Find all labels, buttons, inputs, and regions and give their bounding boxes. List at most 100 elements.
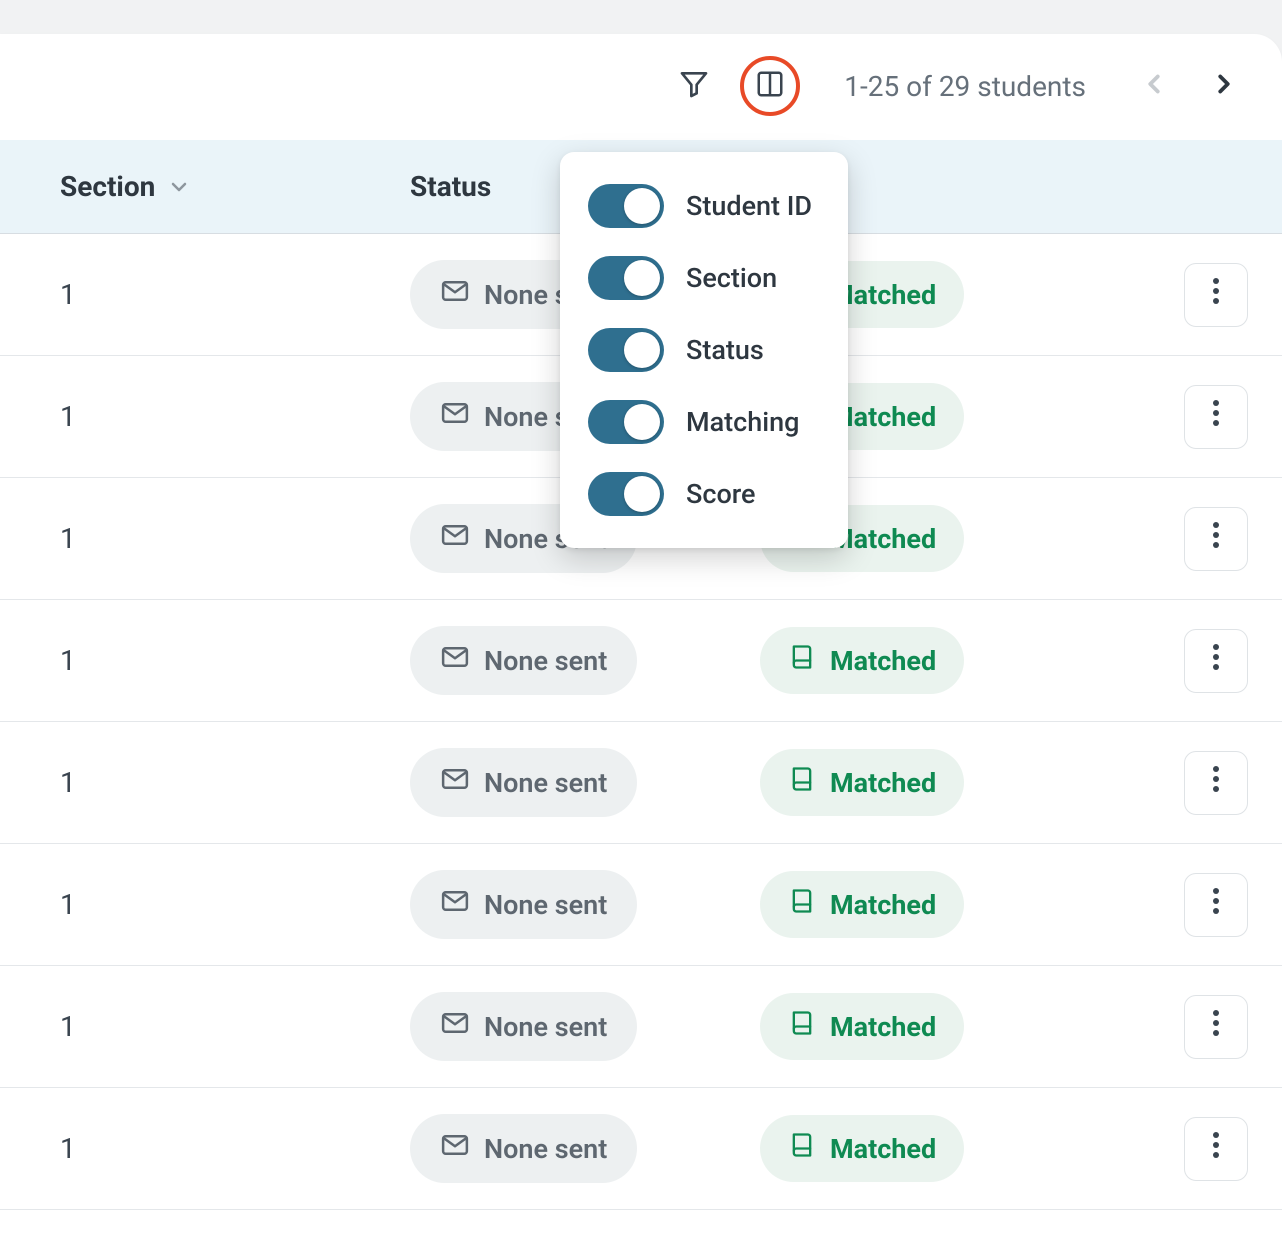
matching-cell: Matched <box>760 749 1248 816</box>
book-icon <box>788 1009 816 1044</box>
status-pill[interactable]: None sent <box>410 1114 637 1183</box>
students-panel: 1-25 of 29 students Section <box>0 34 1282 1246</box>
status-label: None sent <box>484 889 607 921</box>
pagination-text: 1-25 of 29 students <box>844 70 1086 103</box>
matched-badge[interactable]: Matched <box>760 749 964 816</box>
status-cell: None sent <box>410 748 760 817</box>
mail-icon <box>440 764 470 801</box>
matched-label: Matched <box>830 767 936 799</box>
matched-label: Matched <box>830 889 936 921</box>
more-vertical-icon <box>1212 885 1220 924</box>
columns-button[interactable] <box>740 56 800 116</box>
matched-badge[interactable]: Matched <box>760 1115 964 1182</box>
toggle-switch[interactable] <box>588 184 664 228</box>
more-vertical-icon <box>1212 1129 1220 1168</box>
matching-cell: Matched <box>760 993 1248 1060</box>
section-value: 1 <box>60 1010 410 1043</box>
mail-icon <box>440 1008 470 1045</box>
more-vertical-icon <box>1212 763 1220 802</box>
book-icon <box>788 643 816 678</box>
column-toggle-row[interactable]: Score <box>560 458 848 530</box>
row-actions-button[interactable] <box>1184 1117 1248 1181</box>
mail-icon <box>440 886 470 923</box>
column-toggle-row[interactable]: Student ID <box>560 170 848 242</box>
table-row: 1 None sent Matched <box>0 722 1282 844</box>
section-value: 1 <box>60 1132 410 1165</box>
toggle-knob <box>624 188 660 224</box>
column-toggle-row[interactable]: Status <box>560 314 848 386</box>
chevron-left-icon <box>1139 69 1169 103</box>
section-value: 1 <box>60 522 410 555</box>
filter-icon <box>678 68 710 104</box>
matched-label: Matched <box>830 1011 936 1043</box>
table-row: 1 None sent Matched <box>0 844 1282 966</box>
row-actions-button[interactable] <box>1184 507 1248 571</box>
mail-icon <box>440 642 470 679</box>
matching-cell: Matched <box>760 1115 1248 1182</box>
book-icon <box>788 1131 816 1166</box>
status-pill[interactable]: None sent <box>410 870 637 939</box>
toggle-switch[interactable] <box>588 472 664 516</box>
status-cell: None sent <box>410 870 760 939</box>
row-actions-button[interactable] <box>1184 873 1248 937</box>
prev-page-button[interactable] <box>1130 62 1178 110</box>
row-actions-button[interactable] <box>1184 629 1248 693</box>
section-value: 1 <box>60 278 410 311</box>
columns-icon <box>755 69 785 103</box>
toggle-label: Status <box>686 334 764 366</box>
book-icon <box>788 765 816 800</box>
next-page-button[interactable] <box>1200 62 1248 110</box>
matched-badge[interactable]: Matched <box>760 871 964 938</box>
table-row: 1 None sent Matched <box>0 1088 1282 1210</box>
chevron-right-icon <box>1209 69 1239 103</box>
section-value: 1 <box>60 400 410 433</box>
status-label: None sent <box>484 767 607 799</box>
status-label: None sent <box>484 1133 607 1165</box>
toggle-knob <box>624 404 660 440</box>
status-cell: None sent <box>410 992 760 1061</box>
more-vertical-icon <box>1212 275 1220 314</box>
column-header-section[interactable]: Section <box>60 170 410 203</box>
status-pill[interactable]: None sent <box>410 748 637 817</box>
toggle-label: Student ID <box>686 190 812 222</box>
more-vertical-icon <box>1212 641 1220 680</box>
row-actions-button[interactable] <box>1184 263 1248 327</box>
row-actions-button[interactable] <box>1184 751 1248 815</box>
section-value: 1 <box>60 888 410 921</box>
toggle-switch[interactable] <box>588 400 664 444</box>
more-vertical-icon <box>1212 519 1220 558</box>
columns-popover: Student ID Section Status Matching Score <box>560 152 848 548</box>
chevron-down-icon <box>167 175 191 199</box>
toggle-label: Score <box>686 478 756 510</box>
matching-cell: Matched <box>760 871 1248 938</box>
status-label: None sent <box>484 1011 607 1043</box>
more-vertical-icon <box>1212 397 1220 436</box>
status-cell: None sent <box>410 626 760 695</box>
matching-cell: Matched <box>760 627 1248 694</box>
table-row: 1 None sent Matched <box>0 600 1282 722</box>
filter-button[interactable] <box>670 62 718 110</box>
status-pill[interactable]: None sent <box>410 626 637 695</box>
section-value: 1 <box>60 766 410 799</box>
column-header-label: Section <box>60 170 155 203</box>
toggle-switch[interactable] <box>588 256 664 300</box>
matched-badge[interactable]: Matched <box>760 627 964 694</box>
matched-label: Matched <box>830 645 936 677</box>
matched-label: Matched <box>830 1133 936 1165</box>
mail-icon <box>440 276 470 313</box>
toggle-knob <box>624 332 660 368</box>
toggle-label: Section <box>686 262 777 294</box>
mail-icon <box>440 398 470 435</box>
toggle-switch[interactable] <box>588 328 664 372</box>
book-icon <box>788 887 816 922</box>
column-toggle-row[interactable]: Section <box>560 242 848 314</box>
more-vertical-icon <box>1212 1007 1220 1046</box>
row-actions-button[interactable] <box>1184 385 1248 449</box>
column-toggle-row[interactable]: Matching <box>560 386 848 458</box>
table-row: 1 None sent Matched <box>0 966 1282 1088</box>
toggle-knob <box>624 476 660 512</box>
status-pill[interactable]: None sent <box>410 992 637 1061</box>
toolbar: 1-25 of 29 students <box>0 34 1282 140</box>
matched-badge[interactable]: Matched <box>760 993 964 1060</box>
row-actions-button[interactable] <box>1184 995 1248 1059</box>
